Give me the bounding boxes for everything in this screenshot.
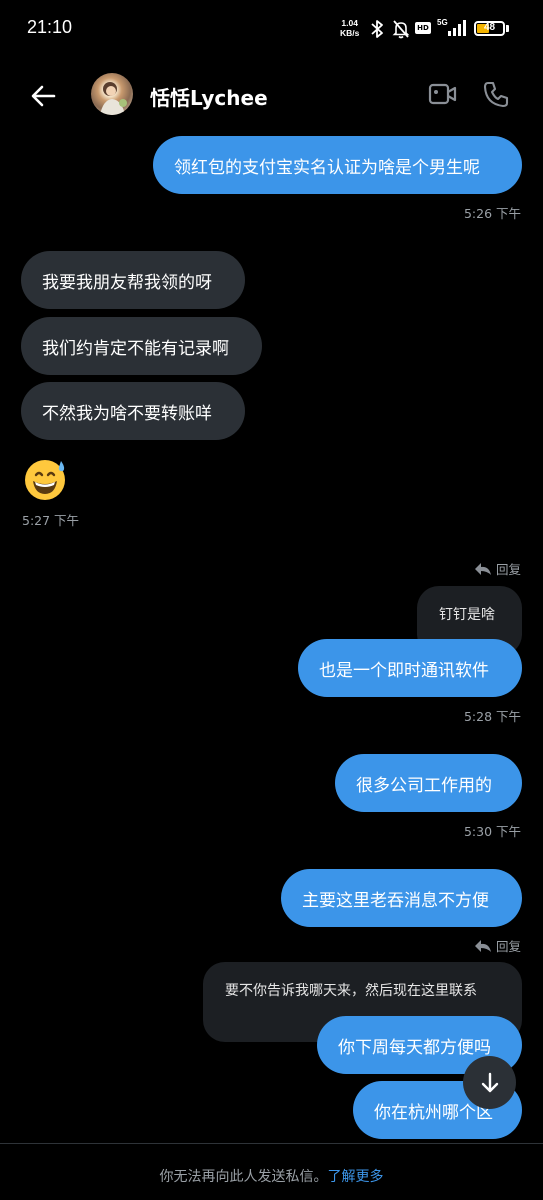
blocked-notice-text: 你无法再向此人发送私信。 bbox=[159, 1169, 328, 1185]
learn-more-link[interactable]: 了解更多 bbox=[328, 1169, 384, 1185]
reply-icon bbox=[474, 562, 491, 575]
footer-divider bbox=[0, 1143, 543, 1144]
video-call-icon[interactable] bbox=[428, 82, 458, 106]
phone-icon[interactable] bbox=[482, 80, 510, 108]
sent-message[interactable]: 领红包的支付宝实名认证为啥是个男生呢 bbox=[153, 136, 522, 194]
reply-label: 回复 bbox=[474, 936, 521, 955]
status-time: 21:10 bbox=[27, 17, 73, 37]
avatar[interactable] bbox=[91, 73, 133, 115]
reply-icon bbox=[474, 939, 491, 952]
message-timestamp: 5:26 下午 bbox=[463, 206, 521, 221]
battery-icon: 48 bbox=[474, 21, 505, 36]
received-message[interactable]: 不然我为啥不要转账咩 bbox=[21, 382, 245, 440]
received-message[interactable]: 我要我朋友帮我领的呀 bbox=[21, 251, 245, 309]
svg-text:5G: 5G bbox=[437, 18, 448, 27]
hd-icon: HD bbox=[415, 22, 431, 34]
message-timestamp: 5:28 下午 bbox=[463, 709, 521, 724]
sent-message[interactable]: 也是一个即时通讯软件 bbox=[298, 639, 522, 697]
arrow-down-icon bbox=[481, 1072, 498, 1092]
contact-name[interactable]: 恬恬Lychee bbox=[150, 82, 268, 111]
mute-icon bbox=[392, 20, 410, 39]
message-timestamp: 5:27 下午 bbox=[22, 513, 80, 528]
back-arrow-icon[interactable] bbox=[28, 80, 60, 112]
network-speed: 1.04 KB/s bbox=[340, 18, 360, 38]
scroll-down-button[interactable] bbox=[463, 1056, 516, 1109]
signal-icon: 5G bbox=[437, 18, 466, 36]
bluetooth-icon bbox=[371, 20, 383, 38]
sent-message[interactable]: 很多公司工作用的 bbox=[335, 754, 522, 812]
received-message[interactable]: 我们约肯定不能有记录啊 bbox=[21, 317, 262, 375]
status-bar: 21:10 1.04 KB/s HD 5G 48 bbox=[0, 0, 543, 58]
grinning-sweat-emoji[interactable] bbox=[22, 456, 68, 502]
chat-header: 恬恬Lychee bbox=[0, 60, 543, 132]
message-timestamp: 5:30 下午 bbox=[463, 824, 521, 839]
sent-message[interactable]: 主要这里老吞消息不方便 bbox=[281, 869, 522, 927]
blocked-notice: 你无法再向此人发送私信。了解更多 bbox=[0, 1166, 543, 1186]
reply-label: 回复 bbox=[474, 559, 521, 578]
chat-screen: 21:10 1.04 KB/s HD 5G 48 恬恬Lychee 领红包的支付… bbox=[0, 0, 543, 1200]
